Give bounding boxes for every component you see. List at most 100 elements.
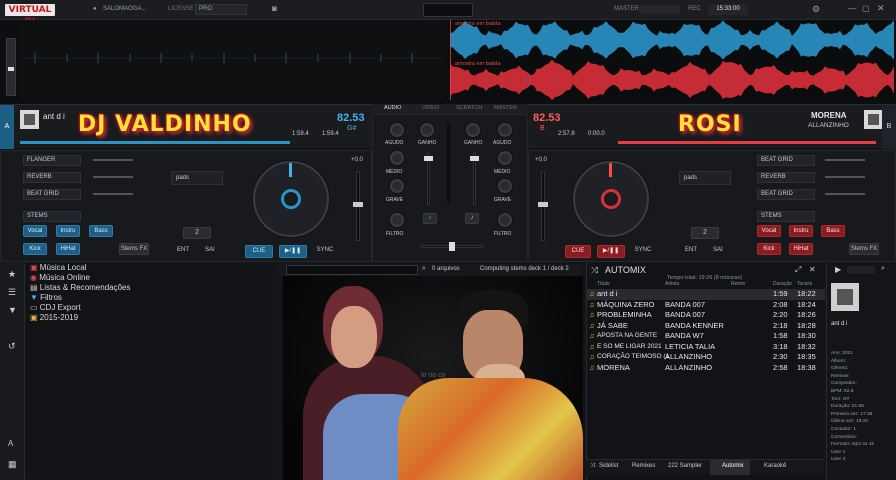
mixer-a-gain-knob[interactable]	[420, 123, 434, 137]
deck-b-loop-in[interactable]: ENT	[685, 247, 697, 253]
layout-switcher[interactable]	[423, 3, 473, 17]
deck-b-pitch-slider[interactable]	[538, 171, 548, 241]
tree-item-2015-2019[interactable]: ▣ 2015-2019	[30, 313, 78, 323]
deck-b-play-button[interactable]: ▶/❚❚	[597, 245, 625, 258]
tree-item-online-music[interactable]: ◉ Música Online	[30, 273, 90, 283]
deck-a-play-button[interactable]: ▶/❚❚	[279, 245, 307, 258]
deck-b-progress-bar[interactable]	[618, 141, 876, 144]
deck-b-sync-button[interactable]: SYNC	[631, 245, 655, 258]
deck-a-pads[interactable]: pads	[171, 171, 223, 185]
deck-a-sync-button[interactable]: SYNC	[313, 245, 337, 258]
deck-a-jogwheel[interactable]	[253, 161, 329, 237]
deck-a-stem-vocal[interactable]: Vocal	[23, 225, 47, 237]
automix-expand-icon[interactable]: ⤢	[795, 265, 801, 275]
deck-a-stem-instru[interactable]: Instru	[56, 225, 80, 237]
automix-row[interactable]: ♫ MÁQUINA ZERO BANDA 007 2:08 18:24	[587, 300, 825, 311]
star-icon[interactable]: ★	[8, 269, 16, 280]
deck-b-letter[interactable]: B	[882, 105, 896, 149]
list-icon[interactable]: ☰	[8, 287, 16, 298]
mixer-a-volume-fader[interactable]	[424, 153, 433, 205]
deck-b-fx1-slider[interactable]	[825, 159, 865, 161]
mixer-b-gain-knob[interactable]	[466, 123, 480, 137]
deck-b-stem-instru[interactable]: Instru	[789, 225, 813, 237]
deck-b-fx2-slider[interactable]	[825, 176, 865, 178]
deck-a-stems-fx[interactable]: Stems FX	[119, 243, 149, 255]
deck-a-pitch-slider[interactable]	[353, 171, 363, 241]
mixer-b-filter-knob[interactable]	[498, 213, 512, 227]
deck-a-waveform[interactable]	[20, 20, 445, 100]
tab-audio[interactable]: AUDIO	[384, 105, 401, 111]
mixer-a-bass-knob[interactable]	[390, 179, 404, 193]
deck-a-progress-bar[interactable]	[20, 141, 290, 144]
grid-view-icon[interactable]: ▦	[8, 459, 17, 470]
automix-close-icon[interactable]: ✕	[809, 265, 816, 274]
deck-a-fx1-slider[interactable]	[93, 159, 133, 161]
crossfader[interactable]	[421, 242, 483, 251]
mixer-a-filter-knob[interactable]	[390, 213, 404, 227]
filter-icon[interactable]: ▼	[8, 305, 17, 315]
tab-scratch[interactable]: SCRATCH	[456, 105, 482, 111]
deck-b-fx-1[interactable]: BEAT GRID	[757, 155, 815, 166]
deck-a-cue-button[interactable]: CUE	[245, 245, 273, 258]
search-input[interactable]	[286, 265, 418, 275]
camera-icon[interactable]: ◙	[272, 4, 277, 13]
deck-b-stem-vocal[interactable]: Vocal	[757, 225, 781, 237]
info-play-icon[interactable]: ▶	[835, 265, 841, 274]
deck-b-jogwheel[interactable]	[573, 161, 649, 237]
master-volume-slider[interactable]	[6, 38, 16, 96]
tab-remixes[interactable]: Remixes	[632, 463, 655, 469]
automix-row[interactable]: ♫ E SO ME LIGAR 2021 LETICIA TALIA 3:18 18:3…	[587, 342, 825, 353]
deck-b-fx-3[interactable]: BEAT GRID	[757, 189, 815, 200]
mixer-a-mid-knob[interactable]	[390, 151, 404, 165]
col-artist[interactable]: Artista	[665, 281, 679, 287]
mixer-b-bass-knob[interactable]	[498, 179, 512, 193]
search-icon[interactable]: ⌕	[422, 265, 426, 273]
tree-item-filters[interactable]: ▼ Filtros	[30, 293, 62, 303]
user-name[interactable]: SALOMAOGA...	[103, 6, 146, 12]
info-search-icon[interactable]: ⌕	[881, 265, 885, 273]
deck-a-fx3-slider[interactable]	[93, 193, 133, 195]
deck-a-fx-1[interactable]: FLANGER	[23, 155, 81, 166]
deck-b-stems-fx[interactable]: Stems FX	[849, 243, 879, 255]
deck-b-stem-kick[interactable]: Kick	[757, 243, 781, 255]
automix-row[interactable]: ♫ CORAÇÃO TEIMOSO (1 ALLANZINHO 2:30 18:35	[587, 352, 825, 363]
close-icon[interactable]: ✕	[877, 3, 885, 14]
deck-a-loop-out[interactable]: SAI	[205, 247, 215, 253]
rec-label[interactable]: REC	[688, 6, 701, 12]
deck-b-loop-size[interactable]: 2	[691, 227, 719, 239]
deck-a-fx-2[interactable]: REVERB	[23, 172, 81, 183]
mixer-b-treble-knob[interactable]	[498, 123, 512, 137]
license-select[interactable]: PRO	[195, 4, 247, 15]
deck-b-pads[interactable]: pads	[679, 171, 731, 185]
tab-video[interactable]: VIDEO	[422, 105, 439, 111]
deck-a-loop-in[interactable]: ENT	[177, 247, 189, 253]
info-tab-bar[interactable]	[847, 266, 875, 274]
deck-b-fx-2[interactable]: REVERB	[757, 172, 815, 183]
deck-b-waveform[interactable]: amostra em batida amostra em batida	[450, 20, 896, 100]
tree-item-local-music[interactable]: ▣ Música Local	[30, 263, 86, 273]
tree-item-cdj-export[interactable]: ▭ CDJ Export	[30, 303, 81, 313]
deck-a-fx2-slider[interactable]	[93, 176, 133, 178]
mixer-b-mid-knob[interactable]	[498, 151, 512, 165]
deck-a-letter[interactable]: A	[0, 105, 14, 149]
col-playat[interactable]: Tocará	[797, 281, 812, 287]
tab-sampler[interactable]: 222 Sampler	[668, 463, 702, 469]
deck-a-stems-label[interactable]: STEMS	[23, 211, 81, 222]
deck-b-fx3-slider[interactable]	[825, 193, 865, 195]
tree-item-lists[interactable]: ▤ Listas & Recomendações	[30, 283, 131, 293]
mixer-a-headphone-icon[interactable]: ♪	[423, 213, 437, 224]
mixer-b-volume-fader[interactable]	[470, 153, 479, 205]
automix-row[interactable]: ♫ ant d i 1:59 18:22	[587, 289, 825, 300]
col-remix[interactable]: Remix	[731, 281, 745, 287]
automix-row[interactable]: ♫ MORENA ALLANZINHO 2:58 18:38	[587, 363, 825, 374]
tab-master[interactable]: MASTER	[494, 105, 517, 111]
col-title[interactable]: Título	[597, 281, 610, 287]
automix-shuffle-icon[interactable]: ⤨	[591, 265, 598, 276]
mixer-a-treble-knob[interactable]	[390, 123, 404, 137]
automix-row[interactable]: ♫ PROBLEMINHA BANDA 007 2:20 18:26	[587, 310, 825, 321]
history-icon[interactable]: ↺	[8, 341, 16, 352]
deck-a-loop-size[interactable]: 2	[183, 227, 211, 239]
maximize-icon[interactable]: ▢	[862, 4, 870, 13]
mixer-b-headphone-icon[interactable]: ♪	[465, 213, 479, 224]
settings-gear-icon[interactable]: ⚙	[812, 4, 820, 15]
